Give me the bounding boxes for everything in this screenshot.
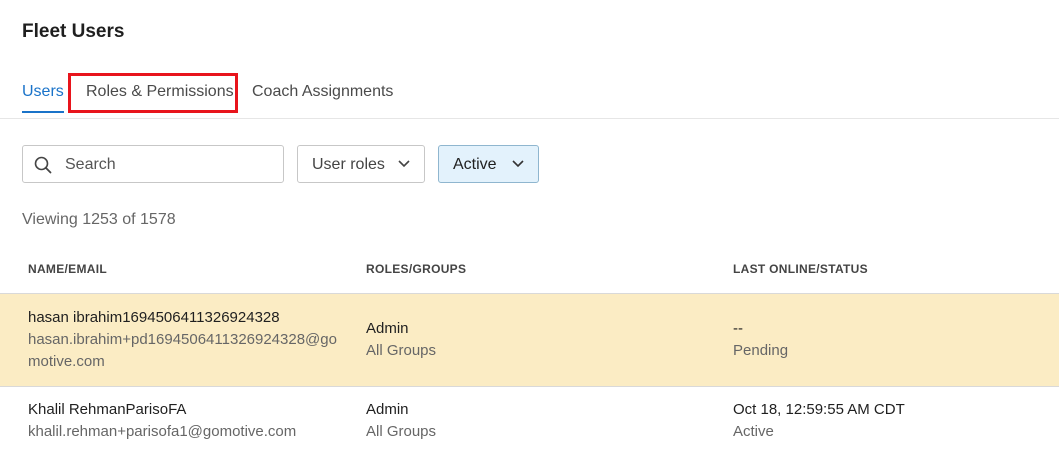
last-online: Oct 18, 12:59:55 AM CDT xyxy=(733,401,905,418)
user-role: Admin xyxy=(366,320,409,337)
user-email: khalil.rehman+parisofa1@gomotive.com xyxy=(28,423,297,440)
user-name: Khalil RehmanParisoFA xyxy=(28,401,187,418)
page-title: Fleet Users xyxy=(22,21,125,42)
column-header-last-online-status[interactable]: LAST ONLINE/STATUS xyxy=(733,262,868,276)
table-row[interactable]: hasan ibrahim1694506411326924328 hasan.i… xyxy=(0,293,1059,387)
search-box xyxy=(22,145,284,184)
roles-groups-cell: Admin All Groups xyxy=(366,399,436,443)
user-status: Pending xyxy=(733,342,789,359)
last-online-status-cell: -- Pending xyxy=(733,318,788,362)
roles-groups-cell: Admin All Groups xyxy=(366,318,436,362)
status-dropdown[interactable]: Active xyxy=(438,145,539,183)
user-roles-dropdown[interactable]: User roles xyxy=(297,145,425,183)
chevron-down-icon xyxy=(512,160,524,168)
user-roles-label: User roles xyxy=(312,156,385,173)
chevron-down-icon xyxy=(398,160,410,168)
tab-roles-permissions[interactable]: Roles & Permissions xyxy=(86,83,234,111)
last-online-status-cell: Oct 18, 12:59:55 AM CDT Active xyxy=(733,399,905,443)
name-email-cell: Khalil RehmanParisoFA khalil.rehman+pari… xyxy=(28,399,340,443)
table-row[interactable]: Khalil RehmanParisoFA khalil.rehman+pari… xyxy=(0,388,1059,455)
user-name: hasan ibrahim1694506411326924328 xyxy=(28,309,280,326)
column-header-roles-groups[interactable]: ROLES/GROUPS xyxy=(366,262,466,276)
viewing-count: Viewing 1253 of 1578 xyxy=(22,211,176,228)
tab-bar: Users Roles & Permissions Coach Assignme… xyxy=(0,70,1059,119)
status-filter-label: Active xyxy=(453,156,497,173)
user-role: Admin xyxy=(366,401,409,418)
column-header-name-email[interactable]: NAME/EMAIL xyxy=(28,262,107,276)
name-email-cell: hasan ibrahim1694506411326924328 hasan.i… xyxy=(28,307,340,373)
user-status: Active xyxy=(733,423,774,440)
user-email: hasan.ibrahim+pd1694506411326924328@gomo… xyxy=(28,331,337,370)
search-input[interactable] xyxy=(63,146,277,184)
search-icon xyxy=(34,156,52,174)
tab-users[interactable]: Users xyxy=(22,83,64,113)
tab-coach-assignments[interactable]: Coach Assignments xyxy=(252,83,393,111)
user-groups: All Groups xyxy=(366,342,437,359)
last-online: -- xyxy=(733,320,743,337)
user-groups: All Groups xyxy=(366,423,437,440)
